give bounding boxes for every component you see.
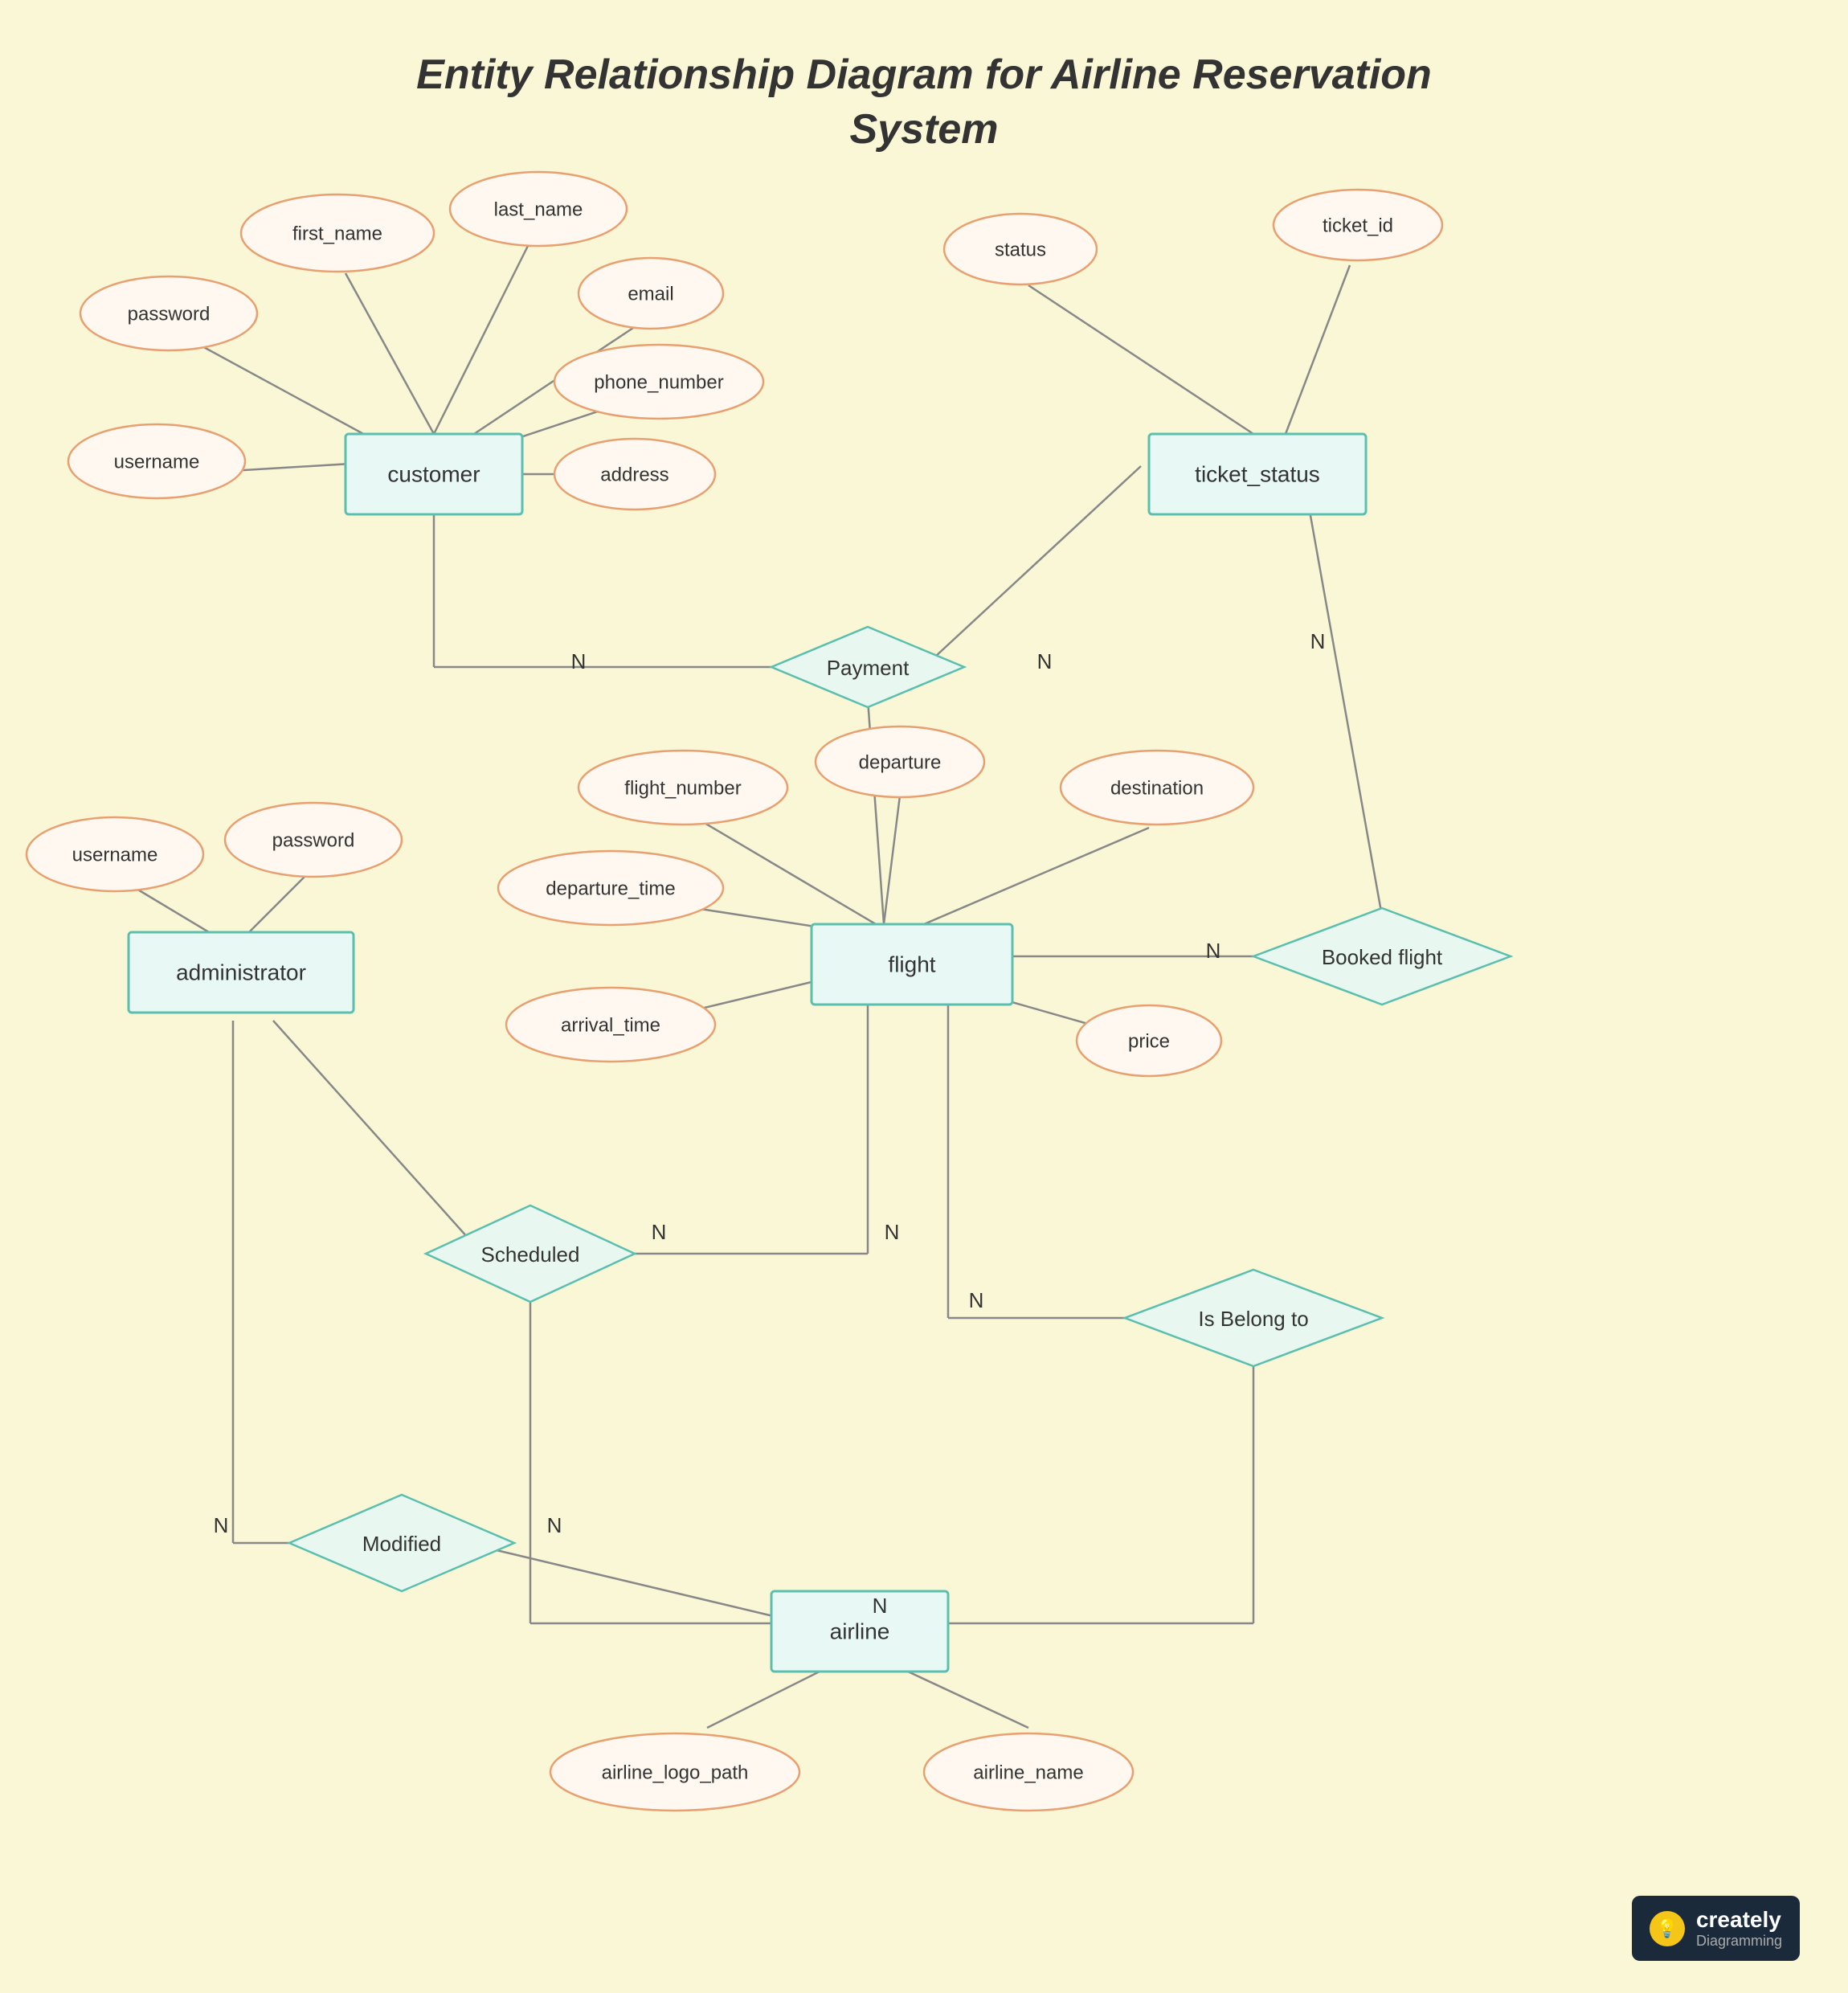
attr-departure-time-label: departure_time bbox=[546, 878, 675, 899]
attr-airline-name-label: airline_name bbox=[973, 1762, 1083, 1783]
diagram: customer ticket_status flight administra… bbox=[0, 0, 1848, 1993]
card-booked-flight: N bbox=[1206, 939, 1221, 963]
attr-password-admin-label: password bbox=[272, 829, 355, 851]
brand-name: creately bbox=[1696, 1907, 1782, 1933]
card-customer-payment: N bbox=[571, 649, 587, 673]
attr-arrival-time-label: arrival_time bbox=[561, 1014, 660, 1036]
attr-username-customer-label: username bbox=[114, 451, 200, 473]
attr-last-name-label: last_name bbox=[494, 198, 583, 220]
attr-ticket-id-label: ticket_id bbox=[1323, 215, 1393, 236]
rel-booked-flight-label: Booked flight bbox=[1322, 945, 1443, 969]
card-scheduled-n1: N bbox=[652, 1220, 667, 1244]
rel-is-belong-to-label: Is Belong to bbox=[1198, 1307, 1308, 1331]
entity-customer-label: customer bbox=[387, 461, 480, 486]
entity-airline-label: airline bbox=[830, 1619, 890, 1643]
attr-airline-logo-path-label: airline_logo_path bbox=[602, 1762, 749, 1783]
brand-text-container: creately Diagramming bbox=[1696, 1907, 1782, 1950]
card-modified-n2: N bbox=[547, 1513, 562, 1537]
entity-administrator-label: administrator bbox=[176, 960, 306, 984]
card-ticket-status-payment: N bbox=[1037, 649, 1053, 673]
attr-address-label: address bbox=[600, 464, 668, 485]
page: Entity Relationship Diagram for Airline … bbox=[0, 0, 1848, 1993]
card-ticket-status-booked: N bbox=[1310, 629, 1326, 653]
attr-destination-label: destination bbox=[1110, 777, 1204, 799]
card-scheduled-n2: N bbox=[885, 1220, 900, 1244]
attr-phone-number-label: phone_number bbox=[594, 371, 723, 393]
brand-bar: 💡 creately Diagramming bbox=[1632, 1896, 1800, 1961]
attr-email-label: email bbox=[628, 283, 673, 305]
brand-icon: 💡 bbox=[1650, 1911, 1685, 1946]
entity-flight-label: flight bbox=[888, 951, 935, 976]
attr-username-admin-label: username bbox=[72, 844, 158, 866]
attr-price-label: price bbox=[1128, 1030, 1170, 1052]
card-modified-n1: N bbox=[214, 1513, 229, 1537]
attr-flight-number-label: flight_number bbox=[624, 777, 741, 799]
attr-first-name-label: first_name bbox=[292, 223, 382, 244]
rel-payment-label: Payment bbox=[827, 656, 910, 680]
brand-sub: Diagramming bbox=[1696, 1933, 1782, 1950]
attr-password-customer-label: password bbox=[128, 303, 211, 325]
entity-ticket-status-label: ticket_status bbox=[1195, 461, 1320, 486]
attr-status-label: status bbox=[995, 239, 1046, 260]
attr-departure-label: departure bbox=[859, 751, 942, 773]
rel-scheduled-label: Scheduled bbox=[481, 1242, 580, 1267]
card-is-belong-to-n1: N bbox=[969, 1288, 984, 1312]
rel-modified-label: Modified bbox=[362, 1532, 441, 1556]
card-is-belong-to-n2: N bbox=[873, 1594, 888, 1618]
